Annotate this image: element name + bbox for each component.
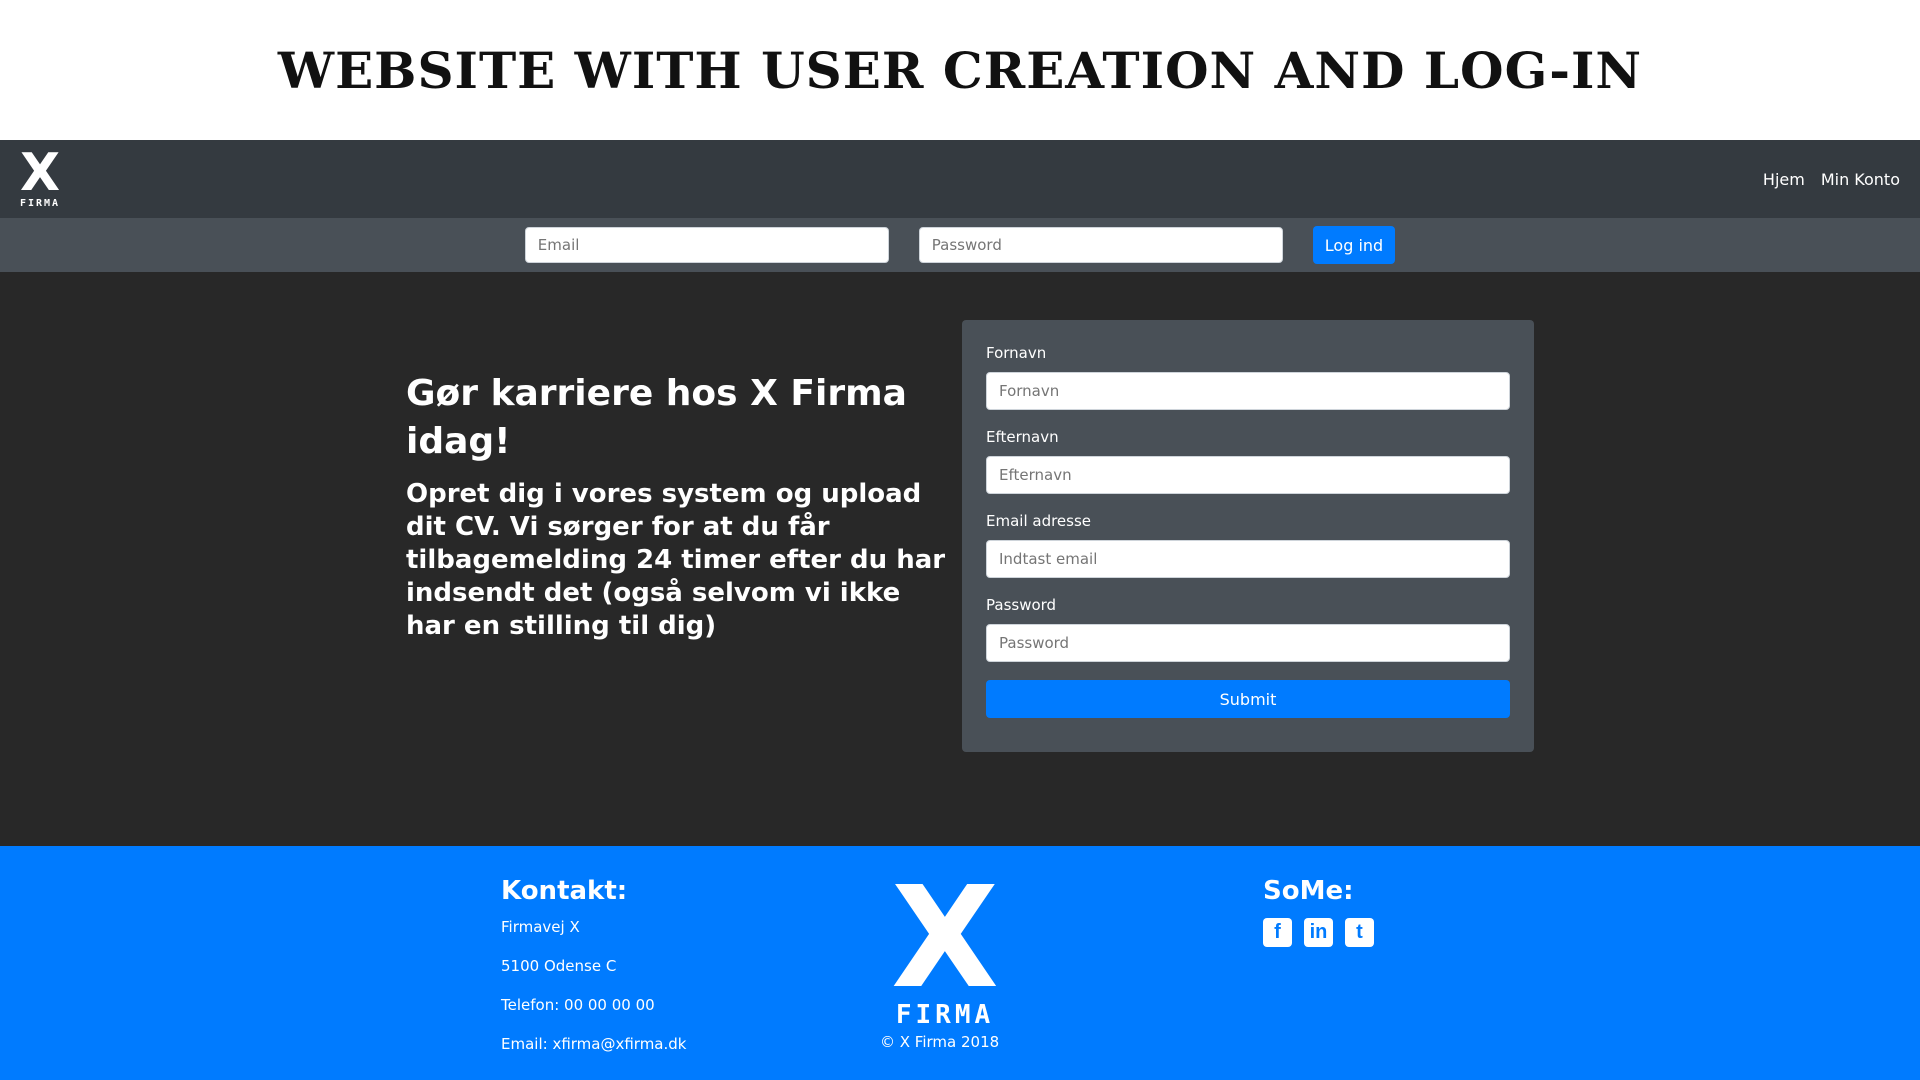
last-name-input[interactable] xyxy=(986,456,1510,494)
hero: Gør karriere hos X Firma idag! Opret dig… xyxy=(406,370,956,643)
first-name-input[interactable] xyxy=(986,372,1510,410)
brand-letter: X xyxy=(19,142,61,203)
contact-title: Kontakt: xyxy=(501,876,628,906)
hero-text: Opret dig i vores system og upload dit C… xyxy=(406,479,946,641)
page-banner: WEBSITE WITH USER CREATION AND LOG-IN xyxy=(0,0,1920,140)
navbar: X FIRMA Hjem Min Konto xyxy=(0,140,1920,218)
password-input[interactable] xyxy=(986,624,1510,662)
brand-word: FIRMA xyxy=(19,197,61,209)
footer: Kontakt: Firmavej X 5100 Odense C Telefo… xyxy=(0,846,1920,1080)
social-title: SoMe: xyxy=(1263,876,1354,906)
first-name-label: Fornavn xyxy=(986,344,1047,362)
nav-links: Hjem Min Konto xyxy=(1763,170,1900,189)
signup-form: Fornavn Efternavn Email adresse Password… xyxy=(962,320,1534,752)
footer-logo-word: FIRMA xyxy=(895,1000,995,1030)
email-label: Email adresse xyxy=(986,512,1092,530)
main-section: Gør karriere hos X Firma idag! Opret dig… xyxy=(0,272,1920,846)
footer-logo: X FIRMA © X Firma 2018 xyxy=(880,857,1010,1052)
social-section: SoMe: f in t xyxy=(1263,876,1374,947)
footer-logo-letter: X xyxy=(891,857,999,1020)
contact-address: Firmavej X xyxy=(501,918,580,936)
nav-link-hjem[interactable]: Hjem xyxy=(1763,170,1805,189)
banner-title: WEBSITE WITH USER CREATION AND LOG-IN xyxy=(277,40,1643,100)
linkedin-icon[interactable]: in xyxy=(1304,918,1333,947)
twitter-icon[interactable]: t xyxy=(1345,918,1374,947)
social-icons: f in t xyxy=(1263,918,1374,947)
facebook-icon[interactable]: f xyxy=(1263,918,1292,947)
email-input[interactable] xyxy=(986,540,1510,578)
hero-title: Gør karriere hos X Firma idag! xyxy=(406,373,907,462)
contact-phone: Telefon: 00 00 00 00 xyxy=(501,996,655,1014)
contact-email: Email: xfirma@xfirma.dk xyxy=(501,1035,687,1053)
last-name-label: Efternavn xyxy=(986,428,1059,446)
login-password-input[interactable] xyxy=(918,227,1283,263)
login-email-input[interactable] xyxy=(524,227,889,263)
login-bar: Log ind xyxy=(0,218,1920,272)
contact-city: 5100 Odense C xyxy=(501,957,617,975)
brand-logo[interactable]: X FIRMA xyxy=(15,142,65,209)
contact-section: Kontakt: Firmavej X 5100 Odense C Telefo… xyxy=(501,876,686,1074)
password-label: Password xyxy=(986,596,1057,614)
nav-link-min-konto[interactable]: Min Konto xyxy=(1821,170,1900,189)
copyright: © X Firma 2018 xyxy=(880,1033,1000,1051)
submit-button[interactable]: Submit xyxy=(986,680,1510,718)
login-button[interactable]: Log ind xyxy=(1312,226,1396,264)
